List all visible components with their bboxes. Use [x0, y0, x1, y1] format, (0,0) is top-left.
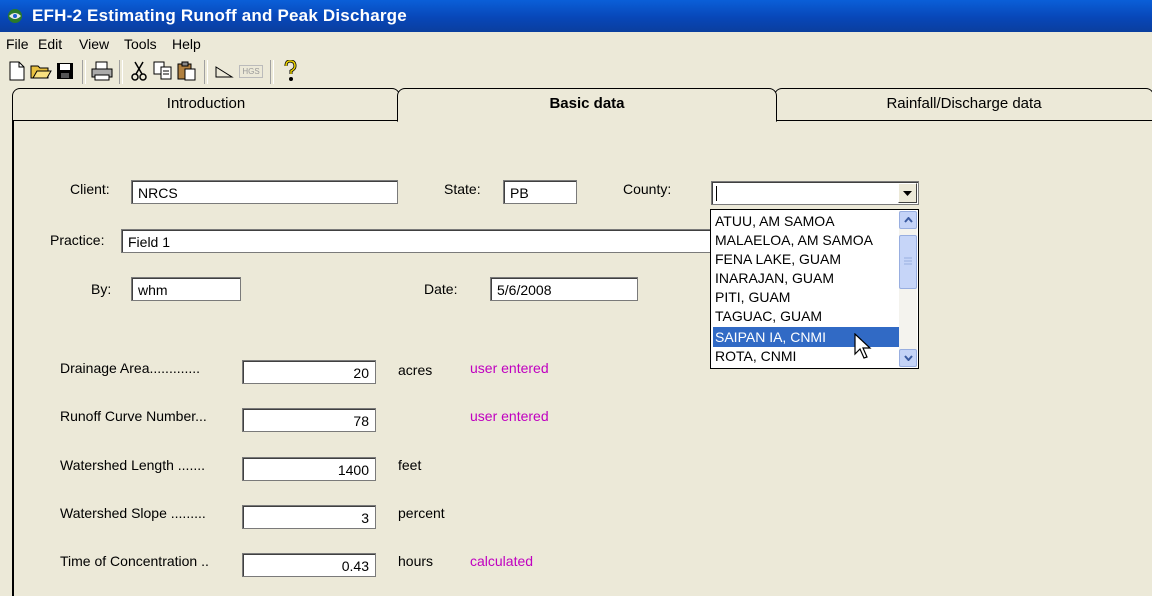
new-icon[interactable] [4, 58, 30, 84]
state-label: State: [444, 181, 481, 197]
tab-introduction[interactable]: Introduction [12, 88, 400, 121]
time-of-concentration-label: Time of Concentration .. [60, 553, 209, 569]
text-caret [716, 186, 717, 201]
by-field[interactable]: whm [131, 277, 241, 301]
time-of-concentration-unit: hours [398, 553, 434, 569]
county-option[interactable]: FENA LAKE, GUAM [713, 249, 901, 269]
dropdown-scrollbar[interactable] [899, 211, 917, 367]
county-combobox[interactable] [711, 181, 919, 205]
open-icon[interactable] [28, 58, 54, 84]
county-dropdown-list: ATUU, AM SAMOA MALAELOA, AM SAMOA FENA L… [710, 209, 919, 369]
mouse-cursor-icon [854, 333, 872, 359]
cut-icon[interactable] [126, 58, 152, 84]
copy-icon[interactable] [150, 58, 176, 84]
grip-icon [904, 257, 912, 265]
hgs-icon[interactable]: HGS [236, 58, 266, 84]
menu-bar: File Edit View Tools Help [0, 32, 1152, 56]
slope-icon[interactable] [211, 58, 237, 84]
help-icon[interactable] [277, 58, 303, 84]
watershed-slope-field[interactable]: 3 [242, 505, 376, 529]
drainage-area-label: Drainage Area............. [60, 360, 201, 376]
watershed-length-unit: feet [398, 457, 422, 473]
drainage-area-note: user entered [470, 360, 549, 376]
watershed-length-label: Watershed Length ....... [60, 457, 206, 473]
time-of-concentration-field[interactable]: 0.43 [242, 553, 376, 577]
chevron-up-icon [903, 217, 913, 223]
state-field[interactable]: PB [503, 180, 577, 204]
toolbar-separator [270, 60, 274, 84]
practice-label: Practice: [50, 232, 105, 248]
tab-strip: Introduction Basic data Rainfall/Dischar… [0, 88, 1152, 122]
chevron-down-icon [903, 190, 912, 196]
client-label: Client: [70, 181, 110, 197]
tab-label: Basic data [549, 95, 625, 112]
watershed-slope-label: Watershed Slope ......... [60, 505, 206, 521]
curve-number-note: user entered [470, 408, 549, 424]
tab-basic-data[interactable]: Basic data [397, 88, 777, 122]
menu-file[interactable]: File [6, 36, 29, 52]
toolbar-separator [82, 60, 86, 84]
drainage-area-unit: acres [398, 362, 433, 378]
scroll-down-button[interactable] [899, 349, 917, 367]
paste-icon[interactable] [174, 58, 200, 84]
county-option[interactable]: ATUU, AM SAMOA [713, 211, 901, 231]
chevron-down-icon [903, 355, 913, 361]
window-title: EFH-2 Estimating Runoff and Peak Dischar… [32, 6, 407, 25]
drainage-area-field[interactable]: 20 [242, 360, 376, 384]
date-label: Date: [424, 281, 458, 297]
menu-tools[interactable]: Tools [124, 36, 157, 52]
county-option[interactable]: MALAELOA, AM SAMOA [713, 230, 901, 250]
watershed-length-field[interactable]: 1400 [242, 457, 376, 481]
menu-help[interactable]: Help [172, 36, 201, 52]
scroll-thumb[interactable] [899, 235, 917, 289]
save-icon[interactable] [52, 58, 78, 84]
practice-field[interactable]: Field 1 [121, 229, 711, 253]
county-option[interactable]: PITI, GUAM [713, 287, 901, 307]
toolbar: HGS [0, 56, 1152, 88]
date-field[interactable]: 5/6/2008 [490, 277, 638, 301]
tab-rainfall-discharge[interactable]: Rainfall/Discharge data [774, 88, 1152, 121]
time-of-concentration-note: calculated [470, 553, 534, 569]
app-icon [8, 9, 22, 23]
county-option[interactable]: INARAJAN, GUAM [713, 268, 901, 288]
county-option[interactable]: TAGUAC, GUAM [713, 306, 901, 326]
tab-label: Rainfall/Discharge data [886, 95, 1042, 112]
county-dropdown-button[interactable] [898, 183, 917, 203]
curve-number-field[interactable]: 78 [242, 408, 376, 432]
tab-label: Introduction [166, 95, 246, 112]
menu-view[interactable]: View [79, 36, 109, 52]
watershed-slope-unit: percent [398, 505, 445, 521]
title-bar: EFH-2 Estimating Runoff and Peak Dischar… [0, 0, 1152, 32]
toolbar-separator [119, 60, 123, 84]
county-label: County: [623, 181, 672, 197]
scroll-up-button[interactable] [899, 211, 917, 229]
by-label: By: [91, 281, 112, 297]
menu-edit[interactable]: Edit [38, 36, 62, 52]
print-icon[interactable] [89, 58, 115, 84]
curve-number-label: Runoff Curve Number... [60, 408, 207, 424]
toolbar-separator [204, 60, 208, 84]
client-field[interactable]: NRCS [131, 180, 398, 204]
